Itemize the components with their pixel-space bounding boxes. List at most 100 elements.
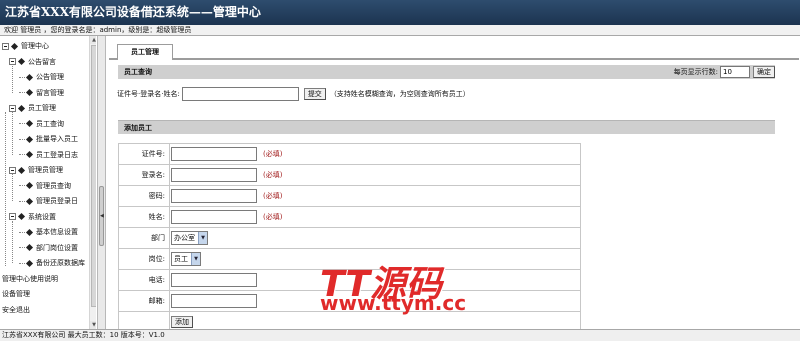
sidebar-item[interactable]: 备份还原数据库 bbox=[19, 257, 85, 269]
name-label: 姓名: bbox=[118, 206, 170, 228]
node-icon bbox=[17, 166, 26, 174]
scrollbar-thumb[interactable] bbox=[91, 45, 96, 307]
sidebar-item-label: 员工查询 bbox=[36, 119, 64, 128]
node-icon bbox=[25, 88, 34, 97]
app-title: 江苏省XXX有限公司设备借还系统——管理中心 bbox=[5, 5, 261, 19]
post-select-value: 员工 bbox=[174, 255, 188, 263]
node-icon bbox=[25, 259, 34, 267]
sidebar-item[interactable]: 部门岗位设置 bbox=[19, 242, 78, 254]
add-button[interactable]: 添加 bbox=[171, 316, 193, 328]
sidebar-item-label: 系统设置 bbox=[28, 212, 56, 221]
sidebar-item-label: 员工登录日志 bbox=[36, 150, 78, 159]
phone-field[interactable] bbox=[171, 273, 257, 287]
tree-guide-line bbox=[12, 112, 13, 155]
sidebar-scrollbar[interactable]: ▲ ▼ bbox=[89, 36, 96, 329]
collapse-icon[interactable] bbox=[9, 166, 16, 174]
tab-employee-management[interactable]: 员工管理 bbox=[117, 44, 173, 60]
login-field[interactable] bbox=[171, 168, 257, 182]
sidebar-item-label: 管理中心 bbox=[21, 42, 49, 50]
scroll-down-icon[interactable]: ▼ bbox=[90, 321, 96, 329]
password-field[interactable] bbox=[171, 189, 257, 203]
post-select[interactable]: 员工 ▼ bbox=[171, 252, 201, 266]
node-icon bbox=[25, 135, 34, 143]
tree-connector bbox=[19, 185, 25, 186]
tree-connector bbox=[19, 76, 25, 78]
sidebar-item[interactable]: 留言管理 bbox=[19, 87, 64, 99]
sidebar-item[interactable]: 管理员管理 bbox=[9, 164, 63, 176]
sidebar-item[interactable]: 公告留言 bbox=[9, 56, 56, 68]
login-label: 登录名: bbox=[118, 164, 170, 186]
email-field[interactable] bbox=[171, 294, 257, 308]
form-row-dept: 部门 办公室 ▼ bbox=[118, 227, 581, 249]
node-icon bbox=[25, 119, 34, 128]
node-icon bbox=[17, 104, 26, 112]
tree-connector bbox=[19, 247, 25, 248]
sidebar-item-label: 公告留言 bbox=[28, 57, 56, 66]
sidebar-item[interactable]: 员工登录日志 bbox=[19, 149, 78, 161]
collapse-sidebar-icon[interactable]: ◀ bbox=[99, 186, 104, 246]
sidebar-item[interactable]: 基本信息设置 bbox=[19, 226, 78, 238]
tree-guide-line bbox=[12, 220, 13, 263]
sidebar-item[interactable]: 管理中心使用说明 bbox=[2, 273, 58, 285]
sidebar-item[interactable]: 员工查询 bbox=[19, 118, 64, 130]
sidebar-item[interactable]: 员工管理 bbox=[9, 102, 56, 114]
node-icon bbox=[25, 181, 34, 190]
tree-guide-line bbox=[5, 112, 6, 266]
email-label: 邮箱: bbox=[118, 290, 170, 312]
node-icon bbox=[17, 212, 26, 221]
dept-label: 部门 bbox=[118, 227, 170, 249]
confirm-button[interactable]: 确定 bbox=[753, 66, 775, 78]
page-size-control: 每页显示行数: 确定 bbox=[674, 65, 775, 79]
submit-button[interactable]: 提交 bbox=[303, 87, 326, 100]
required-note: (必填) bbox=[263, 213, 283, 221]
collapse-icon[interactable] bbox=[9, 58, 16, 65]
phone-label: 电话: bbox=[118, 269, 170, 291]
collapse-icon[interactable] bbox=[9, 104, 16, 112]
sidebar-item[interactable]: 管理员登录日 bbox=[19, 195, 78, 207]
user-info-bar: 欢迎 管理员 ，您的登录名是：admin，级别是：超级管理员 bbox=[0, 25, 800, 36]
sidebar-item[interactable]: 批量导入员工 bbox=[19, 133, 78, 145]
id-field[interactable] bbox=[171, 147, 257, 161]
scroll-up-icon[interactable]: ▲ bbox=[90, 36, 96, 44]
sidebar-item-label: 管理员查询 bbox=[36, 181, 71, 190]
required-note: (必填) bbox=[263, 171, 283, 179]
page-size-input[interactable] bbox=[720, 66, 750, 78]
form-row-password: 密码: (必填) bbox=[118, 185, 581, 207]
sidebar-item[interactable]: 设备管理 bbox=[2, 288, 30, 300]
sidebar-item[interactable]: 安全退出 bbox=[2, 304, 30, 316]
node-icon bbox=[25, 73, 34, 81]
add-section-title: 添加员工 bbox=[124, 124, 152, 132]
dept-select-value: 办公室 bbox=[174, 234, 195, 242]
dept-select[interactable]: 办公室 ▼ bbox=[171, 231, 208, 245]
sidebar-item[interactable]: 公告管理 bbox=[19, 71, 64, 83]
node-icon bbox=[25, 243, 34, 252]
main-panel: 员工管理 员工查询 每页显示行数: 确定 证件号·登录名·姓名: 提交 （支持姓… bbox=[107, 36, 800, 333]
tree-guide-line bbox=[12, 65, 13, 93]
search-row: 证件号·登录名·姓名: 提交 （支持姓名模糊查询，为空则查询所有员工） bbox=[117, 86, 777, 101]
post-label: 岗位: bbox=[118, 248, 170, 270]
collapse-icon[interactable] bbox=[2, 42, 9, 50]
form-row-name: 姓名: (必填) bbox=[118, 206, 581, 228]
watermark-url: www.ttym.cc bbox=[320, 291, 467, 315]
tree-connector bbox=[19, 92, 25, 93]
sidebar-item-label: 安全退出 bbox=[2, 305, 30, 314]
sidebar-item-label: 基本信息设置 bbox=[36, 228, 78, 236]
sidebar-item-label: 管理中心使用说明 bbox=[2, 274, 58, 283]
collapse-icon[interactable] bbox=[9, 213, 16, 220]
tree-connector bbox=[19, 138, 25, 140]
sidebar-item[interactable]: 系统设置 bbox=[9, 211, 56, 223]
node-icon bbox=[17, 57, 26, 66]
search-input[interactable] bbox=[181, 86, 299, 101]
search-hint: （支持姓名模糊查询，为空则查询所有员工） bbox=[329, 89, 470, 98]
chevron-down-icon[interactable]: ▼ bbox=[191, 253, 200, 265]
tree-connector bbox=[19, 123, 25, 124]
sidebar-item[interactable]: 管理中心 bbox=[2, 40, 49, 52]
form-row-login: 登录名: (必填) bbox=[118, 164, 581, 186]
name-field[interactable] bbox=[171, 210, 257, 224]
status-text: 江苏省XXX有限公司 最大员工数：10 版本号：V1.0 bbox=[2, 331, 165, 339]
sidebar-item-label: 设备管理 bbox=[2, 290, 30, 298]
chevron-down-icon[interactable]: ▼ bbox=[198, 232, 207, 244]
sidebar-splitter[interactable]: ◀ bbox=[97, 36, 106, 329]
sidebar-item[interactable]: 管理员查询 bbox=[19, 180, 71, 192]
node-icon bbox=[25, 228, 34, 236]
